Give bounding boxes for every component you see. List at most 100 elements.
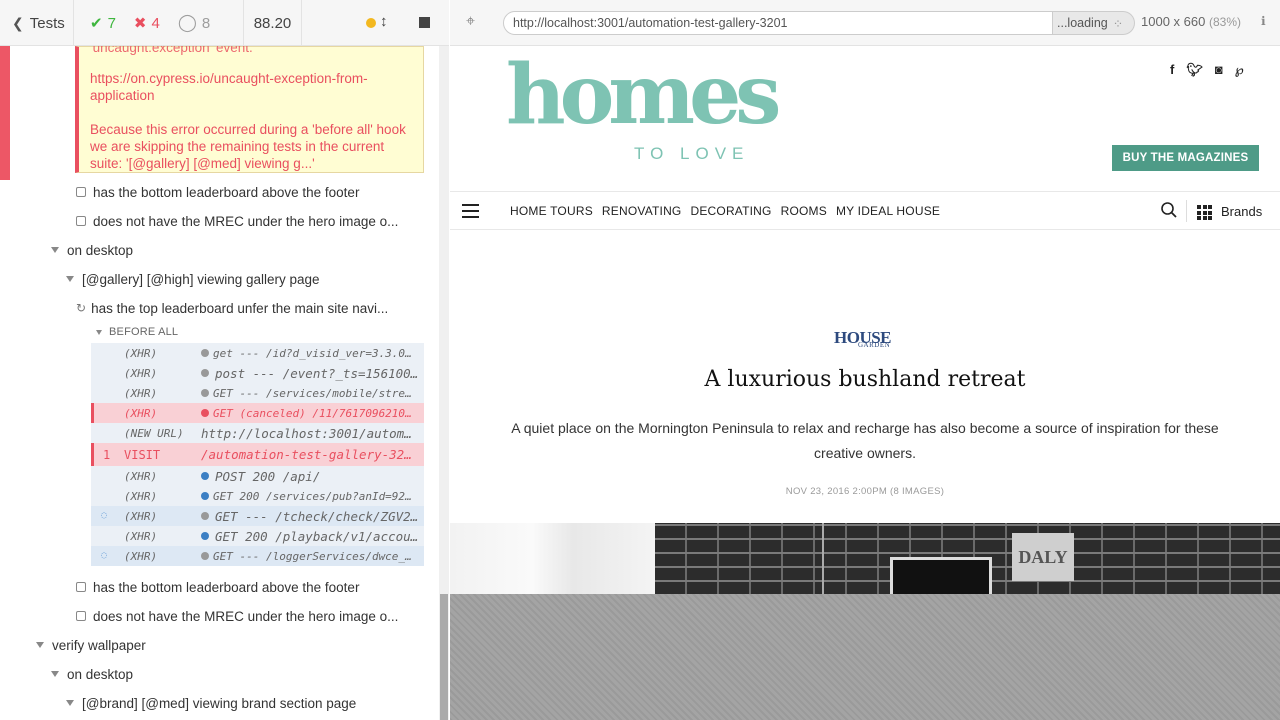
logo-wordmark: homes [506, 47, 781, 143]
tests-button[interactable]: ❮ Tests [0, 0, 74, 46]
auto-scroll-icon[interactable]: ↕ [380, 13, 388, 30]
command-row[interactable]: (XHR) post --- /event?_ts=1561004... [91, 363, 424, 383]
search-icon[interactable] [1160, 201, 1178, 219]
test-title: does not have the MREC under the hero im… [93, 213, 399, 229]
command-message: post --- /event?_ts=1561004... [215, 365, 420, 381]
error-text: Because this error occurred during a 'be… [90, 122, 406, 171]
test-stats: ✔ 7 ✖ 4 ◯ 8 [74, 0, 244, 46]
article-title: A luxurious bushland retreat [704, 367, 1026, 392]
scrollbar-thumb[interactable] [440, 594, 448, 720]
command-row-failed[interactable]: (XHR) GET (canceled) /11/761709621001/... [91, 403, 424, 423]
brand-badge-subtext: GARDEN [858, 341, 891, 349]
command-row[interactable]: (XHR) GET 200 /playback/v1/accoun... [91, 526, 424, 546]
viewport-info[interactable]: 1000 x 660 (83%) [1141, 14, 1241, 29]
failure-indicator [0, 46, 10, 180]
loading-text: ...loading [1057, 16, 1108, 30]
brands-link[interactable]: Brands [1221, 204, 1262, 219]
site-logo[interactable]: homes TO LOVE [506, 54, 781, 166]
article-meta: NOV 23, 2016 2:00PM (8 IMAGES) [785, 486, 945, 497]
brand-badge[interactable]: HOUSE GARDEN [834, 328, 896, 352]
command-name: (XHR) [124, 529, 158, 543]
command-row-pending[interactable]: ◌ (XHR) GET --- /tcheck/check/ZGV2L... [91, 506, 424, 526]
command-name: (XHR) [124, 469, 158, 483]
command-message: GET --- /services/mobile/streami... [213, 386, 418, 400]
article-description: A quiet place on the Mornington Peninsul… [511, 420, 1219, 461]
info-icon[interactable]: ℹ [1261, 14, 1266, 28]
command-message: GET 200 /playback/v1/accoun... [215, 528, 420, 544]
error-bar [91, 443, 94, 466]
spinner-icon: ◌ [101, 510, 108, 521]
logo-subtitle: TO LOVE [634, 144, 750, 163]
test-item-running[interactable]: ↻ has the top leaderboard unfer the main … [76, 298, 388, 318]
command-row-visit[interactable]: 1 VISIT/automation-test-gallery-3201 [91, 443, 424, 466]
test-item[interactable]: has the bottom leaderboard above the foo… [76, 577, 359, 597]
twitter-icon[interactable]: 🐦︎ [1186, 62, 1203, 78]
nav-link-home-tours[interactable]: HOME TOURS [510, 204, 593, 218]
hook-before-all[interactable]: BEFORE ALL [96, 326, 178, 338]
loading-indicator: ...loading ⁘ [1053, 11, 1135, 35]
suite-item[interactable]: [@gallery] [@high] viewing gallery page [66, 269, 320, 289]
hero-image[interactable]: DALY [450, 523, 1280, 594]
command-row[interactable]: (XHR) GET --- /services/mobile/streami... [91, 383, 424, 403]
command-message: get --- /id?d_visid_ver=3.3.0&d_... [213, 346, 418, 360]
nav-link-renovating[interactable]: RENOVATING [602, 204, 682, 218]
hero-fireplace [890, 557, 992, 594]
viewport-size: 1000 x 660 [1141, 14, 1206, 29]
passed-stat: ✔ 7 [90, 14, 116, 33]
brands-grid-icon[interactable] [1197, 205, 1212, 220]
pinterest-icon[interactable]: ℘ [1235, 62, 1244, 78]
duration: 88.20 [244, 0, 302, 46]
passed-count: 7 [107, 14, 116, 32]
nav-link-rooms[interactable]: ROOMS [781, 204, 827, 218]
suite-item[interactable]: on desktop [51, 240, 133, 260]
suite-title: [@gallery] [@high] viewing gallery page [82, 271, 320, 287]
error-docs-link[interactable]: https://on.cypress.io/uncaught-exception… [90, 70, 410, 104]
command-row[interactable]: (XHR) POST 200 /api/ [91, 466, 424, 486]
command-name: (XHR) [124, 509, 158, 523]
status-dot-icon [201, 532, 209, 540]
command-row-pending[interactable]: ◌ (XHR) GET --- /loggerServices/dwce_che..… [91, 546, 424, 566]
test-title: has the bottom leaderboard above the foo… [93, 579, 360, 595]
hook-label: BEFORE ALL [109, 326, 179, 338]
command-message: GET --- /loggerServices/dwce_che... [213, 549, 418, 563]
caret-down-icon [51, 671, 59, 677]
command-row[interactable]: (XHR) GET 200 /services/pub?anId=92692... [91, 486, 424, 506]
reporter-scrollbar[interactable] [439, 46, 449, 720]
error-message: 'uncaught:exception' event. https://on.c… [75, 46, 424, 173]
stop-button[interactable] [419, 17, 430, 28]
pending-checkbox-icon [76, 582, 86, 592]
test-item[interactable]: does not have the MREC under the hero im… [76, 606, 398, 626]
buy-magazines-button[interactable]: BUY THE MAGAZINES [1112, 145, 1259, 171]
nav-link-decorating[interactable]: DECORATING [690, 204, 771, 218]
caret-down-icon [51, 247, 59, 253]
suite-item[interactable]: verify wallpaper [36, 635, 146, 655]
suite-item[interactable]: on desktop [51, 664, 133, 684]
command-log: (XHR) get --- /id?d_visid_ver=3.3.0&d_...… [91, 343, 424, 566]
instagram-icon[interactable]: ◙ [1215, 62, 1223, 78]
pending-circle-icon: ◯ [177, 13, 197, 32]
suite-item[interactable]: [@brand] [@med] viewing brand section pa… [66, 693, 356, 713]
aut-empty-area [450, 594, 1280, 720]
pending-stat: ◯ 8 [178, 13, 210, 33]
hamburger-menu-icon[interactable] [462, 204, 479, 222]
reporter-runnables: 'uncaught:exception' event. https://on.c… [0, 46, 439, 720]
command-name: (NEW URL) [124, 426, 184, 440]
caret-down-icon [36, 642, 44, 648]
selector-playground-icon[interactable]: ⌖ [466, 13, 475, 31]
facebook-icon[interactable]: f [1170, 62, 1174, 78]
pending-count: 8 [201, 14, 211, 32]
caret-down-icon [66, 700, 74, 706]
command-row[interactable]: (NEW URL) http://localhost:3001/automat..… [91, 423, 424, 443]
app-under-test: homes TO LOVE f 🐦︎ ◙ ℘ BUY THE MAGAZINES… [450, 46, 1280, 594]
command-row[interactable]: (XHR) get --- /id?d_visid_ver=3.3.0&d_... [91, 343, 424, 363]
command-name: (XHR) [124, 406, 158, 420]
test-item[interactable]: has the bottom leaderboard above the foo… [76, 182, 359, 202]
test-item[interactable]: does not have the MREC under the hero im… [76, 211, 398, 231]
main-nav: HOME TOURS RENOVATING DECORATING ROOMS M… [450, 191, 1280, 230]
tests-label: Tests [29, 14, 65, 32]
nav-link-my-ideal-house[interactable]: MY IDEAL HOUSE [836, 204, 940, 218]
url-display[interactable]: http://localhost:3001/automation-test-ga… [503, 11, 1053, 35]
status-dot-icon [201, 512, 209, 520]
command-name: (XHR) [124, 489, 158, 503]
test-title: has the bottom leaderboard above the foo… [93, 184, 360, 200]
